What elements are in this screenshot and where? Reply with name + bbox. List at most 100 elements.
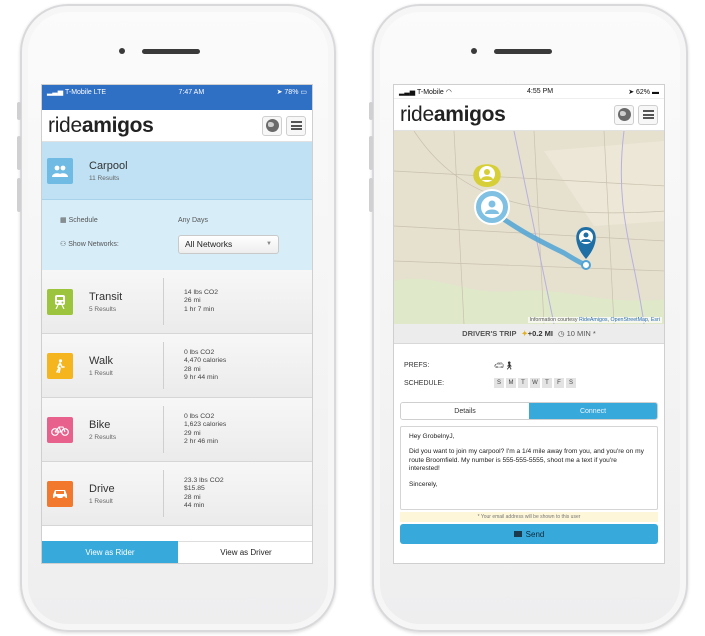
mode-name: Bike: [89, 418, 111, 431]
view-toggle: View as Rider View as Driver: [42, 541, 312, 563]
route-map[interactable]: Information courtesy RideAmigos, OpenStr…: [394, 131, 664, 324]
trip-distance: ✦+0.2 MI: [521, 329, 553, 338]
message-greeting: Hey GrobelnyJ,: [409, 433, 455, 440]
prefs-icons: 🚗︎🚶︎: [494, 361, 514, 370]
mode-stat: 28 mi: [184, 493, 201, 501]
calendar-icon: ▦: [60, 217, 69, 224]
rider-avatar-marker[interactable]: [474, 189, 510, 225]
carrier-name: T-Mobile: [64, 89, 92, 96]
mode-card-drive[interactable]: Drive 1 Result 23.3 lbs CO2 $15.85 28 mi 44 m…: [42, 462, 312, 526]
day-chip: S: [566, 378, 576, 388]
logo-bold: amigos: [433, 102, 506, 126]
networks-select[interactable]: All Networks ▼: [178, 234, 279, 254]
trip-time: ◷ 10 MIN *: [558, 329, 596, 338]
view-as-driver-button[interactable]: View as Driver: [178, 541, 312, 563]
email-notice: * Your email address will be shown to th…: [400, 512, 658, 522]
chevron-down-icon: ▼: [266, 241, 272, 247]
message-body: Did you want to join my carpool? I'm a 1…: [409, 448, 644, 473]
mode-text: Transit 5 Results: [89, 291, 167, 313]
mode-results: 2 Results: [89, 433, 117, 441]
network-type: LTE: [93, 89, 107, 96]
message-closing: Sincerely,: [409, 480, 438, 488]
menu-button[interactable]: [286, 115, 306, 136]
mode-stat: 14 lbs CO2: [184, 288, 219, 296]
mode-divider: [163, 406, 164, 453]
header-actions: [262, 115, 306, 136]
mode-stat: 26 mi: [184, 297, 201, 305]
language-button[interactable]: [614, 104, 634, 125]
status-bar: ▂▃▅ T-Mobile LTE 7:47 AM ➤ 78% ▭: [42, 85, 312, 99]
user-location-pin[interactable]: [473, 164, 501, 187]
send-button[interactable]: Send: [400, 524, 658, 544]
mode-stat: 9 hr 44 min: [184, 374, 219, 381]
status-right: ➤ 78% ▭: [277, 88, 307, 96]
attribution-link-rideamigos[interactable]: RideAmigos: [579, 317, 608, 323]
group-icon: ⚇: [60, 241, 69, 248]
carrier-name: T-Mobile: [416, 88, 444, 96]
message-textarea[interactable]: Hey GrobelnyJ, Did you want to join my c…: [400, 426, 658, 510]
tab-details[interactable]: Details: [401, 403, 529, 419]
mode-name: Carpool: [89, 159, 128, 172]
mode-stat: 23.3 lbs CO2: [184, 476, 224, 484]
phone-volume-down: [369, 178, 373, 212]
menu-button[interactable]: [638, 104, 658, 125]
phone-right: ▂▃▅ T-Mobile ◠ 4:55 PM ➤ 62% ▬ rideamigo…: [369, 4, 688, 632]
mode-stat: 0 lbs CO2: [184, 412, 215, 420]
mode-stat: 2 hr 46 min: [184, 438, 219, 445]
rideamigos-logo[interactable]: rideamigos: [400, 103, 506, 127]
mode-stats: 14 lbs CO2 26 mi 1 hr 7 min: [184, 289, 218, 315]
mode-card-bike[interactable]: Bike 2 Results 0 lbs CO2 1,623 calories 29 m…: [42, 398, 312, 462]
view-as-rider-button[interactable]: View as Rider: [42, 541, 178, 563]
status-carrier: ▂▃▅ T-Mobile ◠: [399, 88, 452, 96]
mode-stat: 4,470 calories: [184, 357, 227, 364]
send-label: Send: [525, 529, 545, 539]
location-icon: ➤: [628, 88, 637, 96]
walk-icon: [47, 352, 73, 379]
bike-icon: [47, 416, 73, 443]
mode-card-walk[interactable]: Walk 1 Result 0 lbs CO2 4,470 calories 28 mi…: [42, 334, 312, 398]
attribution-link-esri[interactable]: Esri: [651, 317, 660, 323]
mode-card-carpool[interactable]: Carpool 11 Results: [42, 142, 312, 200]
showcase-stage: ▂▃▅ T-Mobile LTE 7:47 AM ➤ 78% ▭ rideami…: [0, 0, 705, 636]
language-button[interactable]: [262, 115, 282, 136]
driver-trip-screen: ▂▃▅ T-Mobile ◠ 4:55 PM ➤ 62% ▬ rideamigo…: [393, 84, 665, 564]
schedule-row: ▦ Schedule Any Days: [52, 208, 302, 232]
mode-name: Transit: [89, 290, 123, 303]
rideamigos-logo[interactable]: rideamigos: [48, 114, 154, 138]
trip-title: DRIVER'S TRIP: [462, 329, 517, 338]
tab-connect[interactable]: Connect: [529, 403, 657, 419]
battery-icon: ▭: [300, 89, 307, 96]
car-icon: 🚗︎: [494, 360, 505, 370]
mode-divider: [163, 278, 164, 325]
mode-stat: 44 min: [184, 502, 205, 509]
signal-icon: ▂▃▅: [47, 89, 65, 96]
phone-left: ▂▃▅ T-Mobile LTE 7:47 AM ➤ 78% ▭ rideami…: [17, 4, 336, 632]
networks-label: ⚇ Show Networks:: [52, 240, 178, 248]
car-icon: [47, 480, 73, 507]
day-chip: T: [518, 378, 528, 388]
clock-icon: ◷: [557, 329, 567, 338]
mode-stats: 0 lbs CO2 1,623 calories 29 mi 2 hr 46 min: [184, 413, 226, 447]
status-time: 4:55 PM: [527, 88, 554, 95]
phone-mute-switch: [17, 102, 21, 120]
mode-stat: 1,623 calories: [184, 421, 227, 428]
mode-card-transit[interactable]: Transit 5 Results 14 lbs CO2 26 mi 1 hr 7 mi…: [42, 270, 312, 334]
call-banner[interactable]: [42, 99, 312, 110]
carpool-icon: [47, 157, 73, 184]
battery-percent: 62%: [636, 88, 651, 96]
schedule-label: ▦ Schedule: [52, 216, 178, 224]
phone-volume-down: [17, 178, 21, 212]
envelope-icon: [513, 531, 522, 537]
driver-prefs: PREFS: 🚗︎🚶︎ SCHEDULE: SMTWTFS: [394, 344, 664, 392]
walk-icon: 🚶︎: [504, 360, 515, 370]
day-chip: F: [554, 378, 564, 388]
attribution-prefix: Information courtesy: [529, 317, 579, 323]
people-icon: [52, 165, 68, 177]
logo-bold: amigos: [81, 113, 154, 137]
battery-percent: 78%: [284, 89, 299, 96]
status-bar: ▂▃▅ T-Mobile ◠ 4:55 PM ➤ 62% ▬: [394, 85, 664, 99]
day-chip: M: [506, 378, 516, 388]
attribution-link-osm[interactable]: OpenStreetMap: [611, 317, 648, 323]
hamburger-icon: [290, 121, 302, 130]
trip-distance-value: +0.2 MI: [527, 329, 553, 338]
